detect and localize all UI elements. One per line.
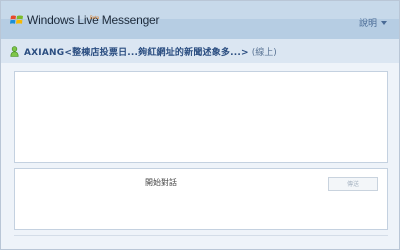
bottom-divider: [14, 235, 388, 244]
help-menu[interactable]: 說明: [359, 16, 387, 29]
help-label: 說明: [358, 19, 377, 29]
compose-placeholder: 開始對話: [145, 178, 177, 187]
windows-live-flag-icon: [10, 15, 23, 24]
logo-badge: Beta: [90, 15, 100, 20]
compose-area[interactable]: 開始對話 傳送: [14, 168, 388, 230]
messenger-window: Windows Live Messenger Beta 說明 AXIANG<整棟…: [0, 0, 400, 250]
online-buddy-icon: [10, 45, 19, 57]
send-button[interactable]: 傳送: [328, 177, 378, 191]
contact-status: (線上): [251, 47, 277, 58]
conversation-history[interactable]: [14, 71, 388, 163]
app-logo: Windows Live Messenger: [10, 13, 160, 27]
contact-name: AXIANG<整棟店投票日...夠紅網址的新聞述象多...>: [24, 47, 249, 58]
title-bar: Windows Live Messenger Beta 說明: [1, 1, 399, 39]
contact-bar[interactable]: AXIANG<整棟店投票日...夠紅網址的新聞述象多...> (線上): [1, 39, 399, 63]
chevron-down-icon: [381, 21, 387, 25]
